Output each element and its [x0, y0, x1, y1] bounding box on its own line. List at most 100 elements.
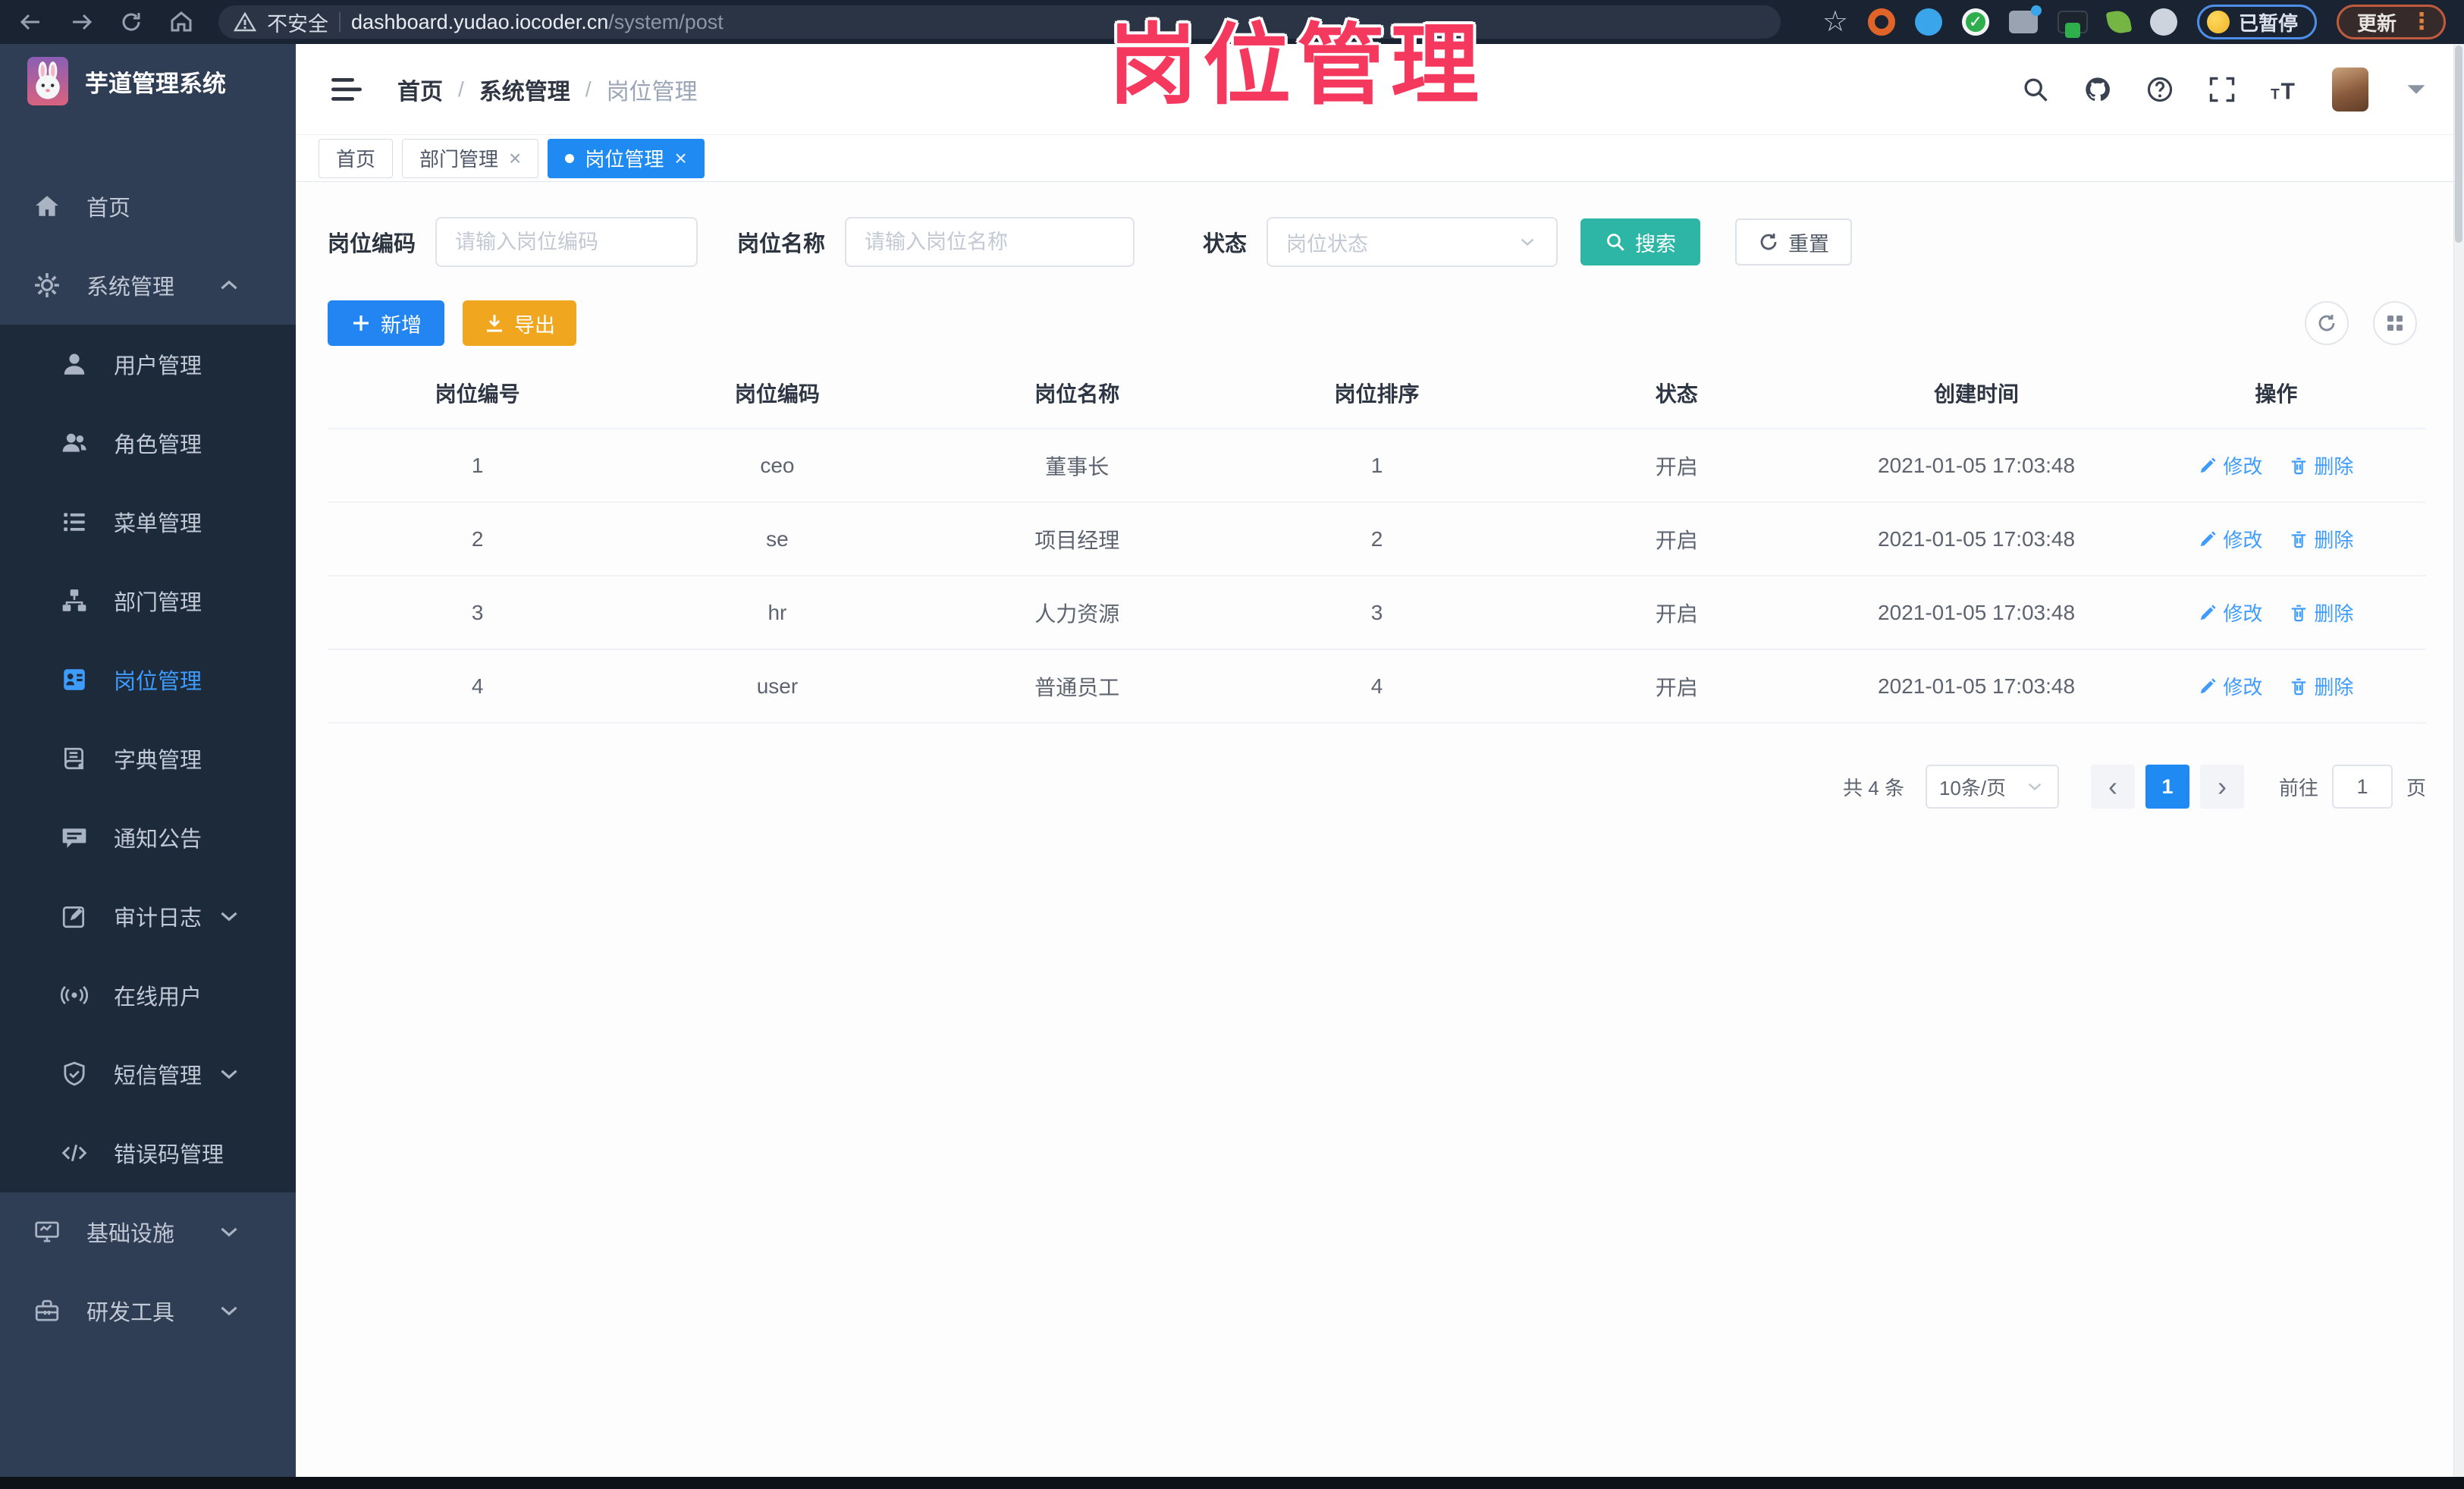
table-toolbar: 新增 导出 — [328, 300, 2426, 346]
refresh-table-button[interactable] — [2305, 301, 2349, 345]
status-select-placeholder: 岗位状态 — [1286, 232, 1369, 256]
font-size-icon[interactable]: TT — [2270, 75, 2299, 104]
column-settings-button[interactable] — [2373, 301, 2417, 345]
extension-drop-icon[interactable] — [1914, 8, 1942, 36]
delete-link[interactable]: 删除 — [2290, 451, 2353, 479]
next-page-button[interactable]: › — [2199, 765, 2244, 809]
chevron-down-icon — [2024, 776, 2045, 797]
edit-link[interactable]: 修改 — [2199, 598, 2262, 627]
sidebar-item-post[interactable]: 岗位管理 — [0, 640, 296, 719]
add-button[interactable]: 新增 — [328, 300, 444, 346]
sidebar-menu: 首页系统管理用户管理 角色管理菜单管理部门管理岗位管理字典管理 通知公告 审计日志 在线… — [0, 118, 296, 1477]
status-label: 状态 — [1203, 232, 1248, 256]
sidebar-item-devtool[interactable]: 研发工具 — [0, 1271, 296, 1350]
extension-ring-icon[interactable] — [1867, 8, 1895, 36]
tab-post[interactable]: 岗位管理 × — [548, 138, 705, 178]
chevron-down-icon — [215, 1297, 243, 1324]
sidebar-item-dept[interactable]: 部门管理 — [0, 561, 296, 640]
sidebar-item-system[interactable]: 系统管理 — [0, 246, 296, 325]
delete-label: 删除 — [2314, 455, 2354, 478]
cell-id: 4 — [328, 649, 628, 724]
sidebar-item-sms[interactable]: 短信管理 — [0, 1035, 296, 1114]
book-icon — [61, 745, 88, 772]
sidebar-item-home[interactable]: 首页 — [0, 167, 296, 246]
chevron-down-icon[interactable] — [2402, 75, 2431, 104]
goto-page-input[interactable] — [2331, 765, 2393, 809]
browser-home-icon[interactable] — [168, 9, 194, 35]
edit-link[interactable]: 修改 — [2199, 525, 2262, 553]
post-name-input[interactable] — [845, 217, 1135, 267]
page-url[interactable]: dashboard.yudao.iocoder.cn/system/post — [351, 11, 724, 34]
export-button[interactable]: 导出 — [463, 300, 576, 346]
browser-back-icon[interactable] — [18, 9, 44, 35]
goto-label: 前往 — [2278, 776, 2318, 799]
column-header: 创建时间 — [1826, 364, 2127, 429]
close-icon[interactable]: × — [674, 147, 686, 169]
scrollbar-thumb[interactable] — [2455, 46, 2462, 243]
sidebar-item-label: 错误码管理 — [114, 1143, 224, 1167]
security-label[interactable]: 不安全 — [267, 8, 328, 37]
page-size-select[interactable]: 10条/页 — [1925, 765, 2059, 809]
tab-dept[interactable]: 部门管理 × — [402, 138, 539, 178]
sidebar-item-infra[interactable]: 基础设施 — [0, 1192, 296, 1271]
sidebar-item-dict[interactable]: 字典管理 — [0, 719, 296, 798]
extension-server-icon[interactable] — [2057, 11, 2088, 38]
breadcrumb-system[interactable]: 系统管理 — [479, 73, 570, 106]
sidebar-item-label: 岗位管理 — [114, 670, 202, 694]
breadcrumb-separator: / — [458, 77, 464, 101]
post-code-input[interactable] — [435, 217, 698, 267]
extension-puzzle-icon[interactable] — [2149, 8, 2177, 36]
chevron-down-icon — [215, 1060, 243, 1088]
sidebar-item-label: 系统管理 — [86, 275, 175, 300]
page-content: 岗位编码 岗位名称 状态 岗位状态 搜索 重置 — [296, 182, 2464, 1477]
extension-leaf-icon[interactable] — [2105, 8, 2133, 36]
page-1-button[interactable]: 1 — [2145, 765, 2189, 809]
sidebar-item-online[interactable]: 在线用户 — [0, 956, 296, 1035]
github-icon[interactable] — [2083, 75, 2112, 104]
reset-button[interactable]: 重置 — [1735, 218, 1853, 265]
trash-icon — [2290, 604, 2308, 622]
column-header: 岗位排序 — [1226, 364, 1527, 429]
sidebar-item-label: 部门管理 — [114, 591, 202, 615]
sidebar-item-notice[interactable]: 通知公告 — [0, 798, 296, 877]
close-icon[interactable]: × — [509, 147, 521, 169]
search-icon[interactable] — [2021, 75, 2050, 104]
filter-form: 岗位编码 岗位名称 状态 岗位状态 搜索 重置 — [328, 217, 2426, 267]
app-logo-row[interactable]: 芋道管理系统 — [0, 44, 296, 118]
browser-reload-icon[interactable] — [118, 9, 144, 35]
delete-link[interactable]: 删除 — [2290, 672, 2353, 700]
edit-link[interactable]: 修改 — [2199, 672, 2262, 700]
fullscreen-icon[interactable] — [2208, 75, 2236, 104]
delete-link[interactable]: 删除 — [2290, 525, 2353, 553]
user-avatar[interactable] — [2332, 67, 2368, 112]
tree-icon — [61, 587, 88, 614]
address-bar[interactable]: 不安全 dashboard.yudao.iocoder.cn/system/po… — [218, 5, 1781, 39]
breadcrumb-home[interactable]: 首页 — [397, 73, 443, 106]
sidebar-item-role[interactable]: 角色管理 — [0, 404, 296, 482]
bookmark-star-icon[interactable]: ☆ — [1822, 8, 1848, 36]
browser-forward-icon[interactable] — [68, 9, 94, 35]
update-button[interactable]: 更新 ⋮ — [2336, 5, 2446, 39]
prev-page-button[interactable]: ‹ — [2090, 765, 2135, 809]
extension-check-icon[interactable]: ✓ — [1961, 8, 1989, 36]
tab-home[interactable]: 首页 — [319, 138, 394, 178]
search-button[interactable]: 搜索 — [1580, 218, 1701, 265]
security-warning-icon — [234, 11, 256, 33]
status-select[interactable]: 岗位状态 — [1267, 217, 1558, 267]
sidebar-item-menu[interactable]: 菜单管理 — [0, 482, 296, 561]
kebab-menu-icon[interactable]: ⋮ — [2410, 11, 2433, 33]
home-icon — [33, 193, 61, 220]
edit-link[interactable]: 修改 — [2199, 451, 2262, 479]
cell-id: 3 — [328, 576, 628, 650]
help-icon[interactable] — [2145, 75, 2174, 104]
sidebar-item-errcode[interactable]: 错误码管理 — [0, 1114, 296, 1192]
sidebar-item-auditlog[interactable]: 审计日志 — [0, 877, 296, 956]
window-scrollbar[interactable] — [2453, 44, 2464, 1477]
sidebar-item-label: 菜单管理 — [114, 512, 202, 536]
delete-link[interactable]: 删除 — [2290, 598, 2353, 627]
tab-label: 岗位管理 — [585, 148, 664, 171]
hamburger-icon[interactable] — [329, 74, 364, 105]
paused-extension-pill[interactable]: 已暂停 — [2196, 5, 2317, 39]
extension-keyboard-icon[interactable] — [2008, 5, 2042, 33]
sidebar-item-user[interactable]: 用户管理 — [0, 325, 296, 404]
